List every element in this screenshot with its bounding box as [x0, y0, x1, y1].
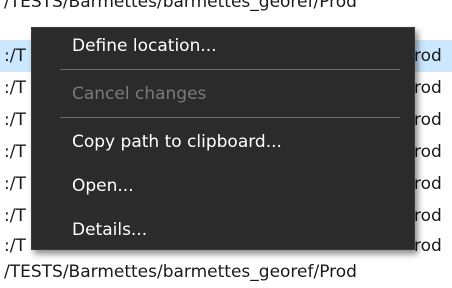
list-item-path: /TESTS/Barmettes/barmettes_georef/Prod: [4, 0, 357, 12]
list-item-path: :/T: [4, 174, 26, 194]
list-item-path: :/T: [4, 110, 26, 130]
menu-item-details[interactable]: Details...: [32, 214, 414, 246]
list-item-path-tail: rod: [414, 174, 442, 194]
list-item[interactable]: /TESTS/Barmettes/barmettes_georef/Prod: [0, 256, 452, 288]
list-item-path: :/T: [4, 46, 26, 66]
list-item-path: :/T: [4, 206, 26, 226]
list-item-path-tail: rod: [414, 46, 442, 66]
list-item-path: /TESTS/Barmettes/barmettes_georef/Prod: [4, 262, 357, 282]
menu-item-copy-path[interactable]: Copy path to clipboard...: [32, 126, 414, 158]
list-item-path-tail: rod: [414, 78, 442, 98]
list-item-path-tail: rod: [414, 206, 442, 226]
list-item-path: :/T: [4, 78, 26, 98]
list-item-path: :/T: [4, 142, 26, 162]
list-item-path-tail: rod: [414, 142, 442, 162]
menu-item-cancel-changes: Cancel changes: [72, 84, 207, 104]
context-menu: Define location... Cancel changes Copy p…: [31, 27, 415, 250]
menu-separator: [60, 69, 400, 70]
list-item[interactable]: /TESTS/Barmettes/barmettes_georef/Prod: [0, 0, 452, 18]
menu-separator: [60, 117, 400, 118]
menu-item-open[interactable]: Open...: [32, 170, 414, 202]
list-item-path-tail: rod: [414, 110, 442, 130]
menu-item-define-location[interactable]: Define location...: [32, 30, 414, 62]
